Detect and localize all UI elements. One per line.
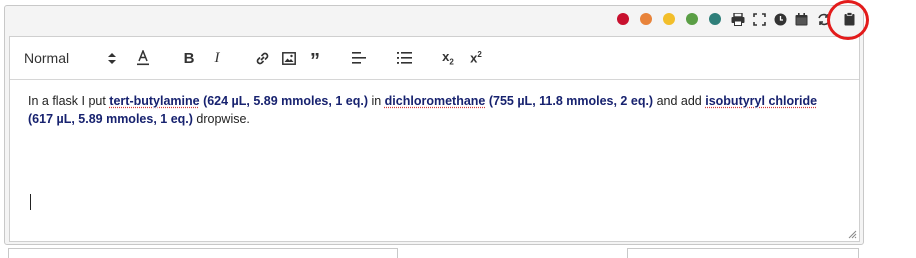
list-icon — [396, 52, 412, 64]
clock-icon[interactable] — [772, 11, 788, 27]
resize-handle-icon[interactable] — [848, 230, 857, 239]
editor-frame: Normal B I ” x2 x2 In a flask I put tert… — [4, 5, 864, 245]
text-segment: dropwise. — [192, 112, 250, 126]
text-segment: and add — [653, 94, 706, 108]
field-below-left[interactable] — [8, 248, 398, 258]
italic-icon: I — [214, 49, 220, 66]
superscript-icon: x2 — [470, 50, 482, 66]
align-left-button[interactable] — [350, 48, 368, 68]
highlight-circle — [827, 0, 869, 40]
field-below-right[interactable] — [627, 248, 859, 258]
superscript-button[interactable]: x2 — [466, 48, 486, 68]
subscript-icon: x2 — [442, 49, 454, 67]
text-cursor — [30, 194, 31, 210]
subscript-button[interactable]: x2 — [438, 48, 458, 68]
format-select[interactable]: Normal — [24, 48, 116, 68]
calendar-icon[interactable] — [793, 11, 809, 27]
reagent-detail: (755 µL, 11.8 mmoles, 2 eq.) — [485, 94, 654, 108]
fullscreen-icon[interactable] — [751, 11, 767, 27]
color-teal-button[interactable] — [709, 13, 721, 25]
text-color-button[interactable] — [134, 48, 152, 68]
quote-button[interactable]: ” — [306, 48, 324, 72]
editor-top-bar — [5, 6, 863, 36]
italic-button[interactable]: I — [208, 48, 226, 68]
format-select-value: Normal — [24, 50, 70, 66]
reagent-detail: (617 µL, 5.89 mmoles, 1 eq.) — [28, 112, 193, 126]
text-segment: in — [367, 94, 385, 108]
reagent-detail: (624 µL, 5.89 mmoles, 1 eq.) — [199, 94, 368, 108]
reagent-name: isobutyryl chloride — [705, 94, 818, 108]
link-button[interactable] — [253, 48, 271, 68]
reagent-tert-butylamine[interactable]: tert-butylamine (624 µL, 5.89 mmoles, 1 … — [109, 94, 368, 108]
updown-arrow-icon — [108, 52, 116, 64]
color-orange-button[interactable] — [640, 13, 652, 25]
quote-icon: ” — [310, 50, 320, 72]
print-icon[interactable] — [730, 11, 746, 27]
rich-text-editor[interactable]: Normal B I ” x2 x2 In a flask I put tert… — [9, 36, 860, 242]
text-color-icon — [137, 50, 149, 66]
editor-toolbar: Normal B I ” x2 x2 — [10, 37, 859, 80]
list-button[interactable] — [395, 48, 413, 68]
image-button[interactable] — [280, 48, 298, 68]
image-icon — [282, 51, 296, 65]
bold-icon: B — [183, 49, 195, 67]
reagent-name: dichloromethane — [384, 94, 486, 108]
bold-button[interactable]: B — [180, 48, 198, 68]
text-segment: In a flask I put — [28, 94, 110, 108]
color-yellow-button[interactable] — [663, 13, 675, 25]
reagent-dichloromethane[interactable]: dichloromethane (755 µL, 11.8 mmoles, 2 … — [385, 94, 653, 108]
align-left-icon — [352, 52, 366, 64]
color-red-button[interactable] — [617, 13, 629, 25]
link-icon — [256, 52, 268, 64]
reagent-name: tert-butylamine — [109, 94, 200, 108]
editor-content[interactable]: In a flask I put tert-butylamine (624 µL… — [28, 92, 838, 128]
color-green-button[interactable] — [686, 13, 698, 25]
